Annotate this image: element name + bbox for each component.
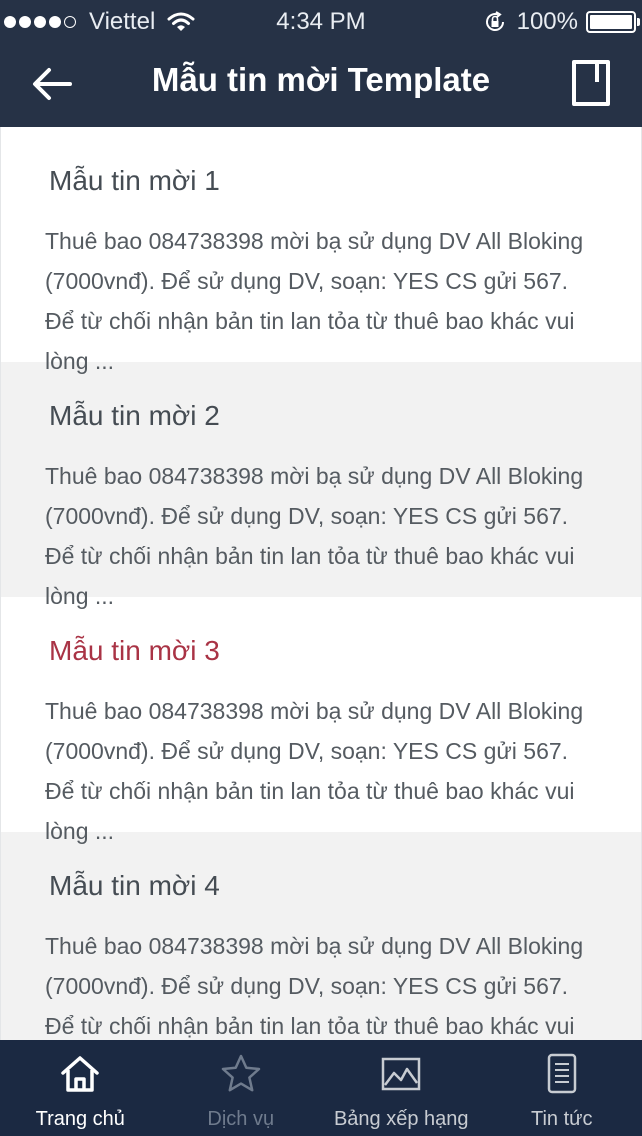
star-icon: [221, 1054, 260, 1092]
tab-label: Bảng xếp hạng: [333, 1108, 469, 1130]
template-title: Mẫu tin mời 1: [49, 165, 220, 196]
template-title: Mẫu tin mời 4: [49, 870, 220, 901]
template-list: Mẫu tin mời 1 Thuê bao 084738398 mời bạ …: [0, 127, 642, 1040]
status-right-group: 100%: [483, 8, 640, 36]
page-title: Mẫu tin mời Template: [151, 61, 491, 98]
status-bar: Viettel 4:34 PM 100%: [0, 0, 642, 42]
nav-bar: Mẫu tin mời Template: [0, 42, 642, 127]
bottom-tab-bar: Trang chủ Dịch vụ Bảng xếp hạng Tin tức: [0, 1040, 642, 1136]
template-text: Thuê bao 084738398 mời bạ sử dụng DV All…: [45, 933, 584, 1039]
template-title: Mẫu tin mời 3: [49, 635, 220, 666]
battery-percent: 100%: [516, 8, 578, 35]
document-button[interactable]: [570, 58, 612, 108]
tab-ranking[interactable]: Bảng xếp hạng: [321, 1040, 482, 1136]
template-title: Mẫu tin mời 2: [49, 400, 220, 431]
tab-news[interactable]: Tin tức: [482, 1040, 642, 1136]
template-text: Thuê bao 084738398 mời bạ sử dụng DV All…: [45, 228, 584, 374]
template-text: Thuê bao 084738398 mời bạ sử dụng DV All…: [45, 463, 584, 609]
news-icon: [547, 1053, 576, 1094]
tab-home[interactable]: Trang chủ: [0, 1040, 161, 1136]
image-chart-icon: [382, 1057, 421, 1091]
template-item[interactable]: Mẫu tin mời 4 Thuê bao 084738398 mời bạ …: [1, 832, 641, 1040]
document-icon: [572, 60, 610, 106]
orientation-lock-icon: [485, 11, 504, 31]
app-header: Viettel 4:34 PM 100% Mẫu tin mời Templat…: [0, 0, 642, 127]
tab-label: Tin tức: [530, 1108, 593, 1130]
template-text: Thuê bao 084738398 mời bạ sử dụng DV All…: [45, 698, 584, 844]
tab-label: Trang chủ: [35, 1108, 125, 1130]
template-item[interactable]: Mẫu tin mời 2 Thuê bao 084738398 mời bạ …: [1, 362, 641, 609]
tab-label: Dịch vụ: [207, 1108, 275, 1130]
template-item-selected[interactable]: Mẫu tin mời 3 Thuê bao 084738398 mời bạ …: [1, 597, 641, 844]
tab-services[interactable]: Dịch vụ: [161, 1040, 322, 1136]
template-item[interactable]: Mẫu tin mời 1 Thuê bao 084738398 mời bạ …: [1, 127, 641, 374]
home-icon: [61, 1056, 99, 1092]
battery-icon: [586, 11, 640, 33]
